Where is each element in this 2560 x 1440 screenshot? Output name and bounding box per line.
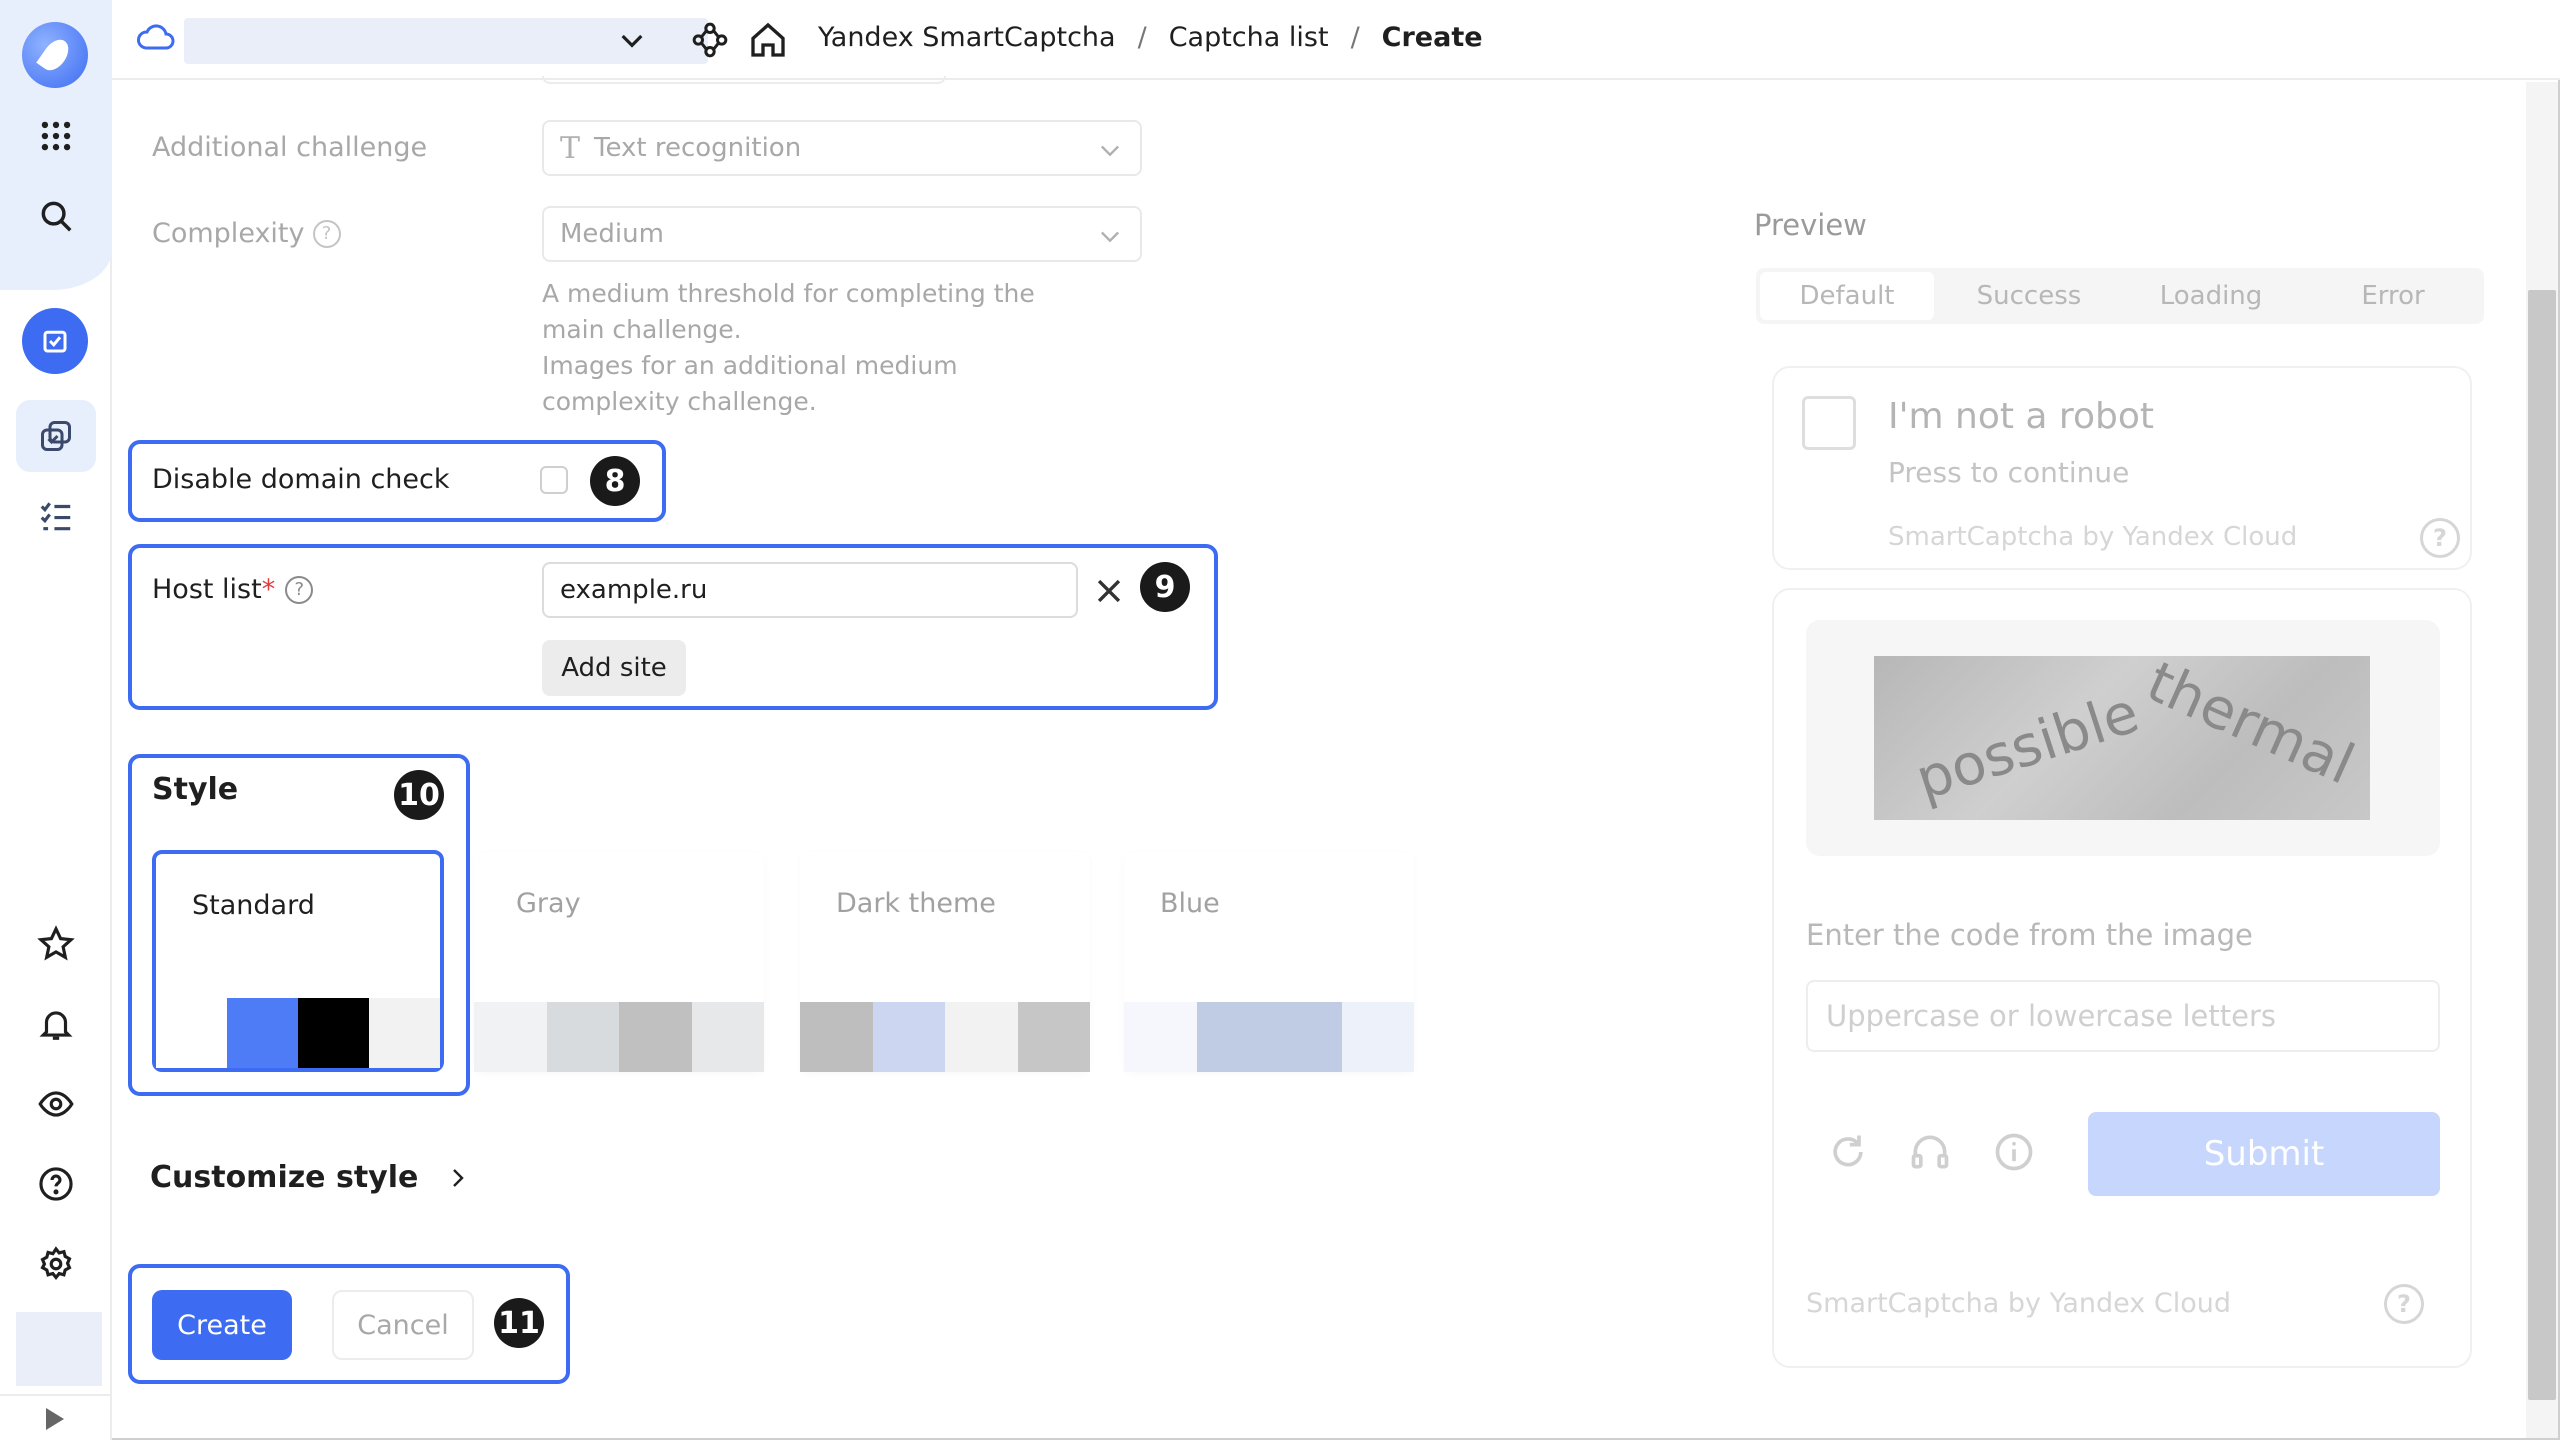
host-input[interactable]: example.ru (542, 562, 1078, 618)
help-icon[interactable]: ? (2384, 1284, 2424, 1324)
breadcrumb-list[interactable]: Captcha list (1169, 22, 1329, 53)
info-icon[interactable] (1992, 1130, 2036, 1174)
breadcrumb: Yandex SmartCaptcha / Captcha list / Cre… (818, 22, 1483, 53)
complexity-hint: A medium threshold for completing the ma… (542, 276, 1102, 420)
style-option-name: Dark theme (836, 888, 996, 919)
chevron-down-icon (1101, 231, 1119, 243)
submit-button[interactable]: Submit (2088, 1112, 2440, 1196)
captcha-word-2: thermal (2137, 656, 2363, 798)
captcha-image: possible thermal (1874, 649, 2370, 820)
bell-icon[interactable] (24, 992, 88, 1056)
breadcrumb-separator: / (1137, 22, 1147, 53)
help-icon[interactable]: ? (312, 219, 341, 248)
callout-badge-10: 10 (394, 770, 444, 820)
chevron-right-icon (453, 1168, 465, 1187)
star-icon[interactable] (24, 912, 88, 976)
eye-icon[interactable] (24, 1072, 88, 1136)
nodes-icon[interactable] (690, 20, 730, 60)
host-input-value: example.ru (560, 575, 708, 605)
breadcrumb-separator: / (1350, 22, 1360, 53)
complexity-select[interactable]: Medium (542, 206, 1142, 262)
help-icon[interactable]: ? (2420, 518, 2460, 558)
help-icon[interactable] (24, 1152, 88, 1216)
captcha-word-1: possible (1908, 680, 2146, 813)
additional-challenge-value: Text recognition (594, 133, 802, 163)
host-list-label: Host list (152, 574, 262, 605)
tab-error[interactable]: Error (2306, 272, 2480, 320)
chevron-down-icon (1101, 145, 1119, 157)
captcha-code-placeholder: Uppercase or lowercase letters (1826, 999, 2276, 1033)
callout-badge-11: 11 (494, 1298, 544, 1348)
add-site-button[interactable]: Add site (542, 640, 686, 696)
style-option-standard[interactable]: Standard (152, 850, 444, 1072)
sidebar-slot (16, 1312, 102, 1386)
color-swatches (1124, 1002, 1414, 1072)
robot-title: I'm not a robot (1888, 396, 2154, 437)
cancel-button[interactable]: Cancel (332, 1290, 474, 1360)
host-list-label-row: Host list * ? (152, 574, 314, 605)
complexity-label: Complexity (152, 218, 305, 249)
style-option-gray[interactable]: Gray (474, 852, 764, 1072)
disable-domain-check-label: Disable domain check (152, 464, 450, 495)
callout-badge-9: 9 (1140, 562, 1190, 612)
complexity-value: Medium (560, 219, 664, 249)
color-swatches (800, 1002, 1090, 1072)
additional-challenge-select[interactable]: T Text recognition (542, 120, 1142, 176)
required-mark: * (261, 574, 276, 605)
top-bar: Yandex SmartCaptcha / Captcha list / Cre… (112, 0, 2560, 80)
style-option-name: Gray (516, 888, 581, 919)
preview-tabs: Default Success Loading Error (1756, 268, 2484, 324)
cut-off-control (542, 76, 946, 84)
breadcrumb-service[interactable]: Yandex SmartCaptcha (818, 22, 1116, 53)
color-swatches (474, 1002, 764, 1072)
style-option-blue[interactable]: Blue (1124, 852, 1414, 1072)
complexity-hint-2: Images for an additional medium complexi… (542, 351, 958, 416)
callout-badge-8: 8 (590, 456, 640, 506)
robot-checkbox[interactable] (1802, 396, 1856, 450)
gear-icon[interactable] (24, 1232, 88, 1296)
widget-footer: SmartCaptcha by Yandex Cloud (1888, 522, 2298, 552)
cloud-icon[interactable] (136, 22, 176, 54)
complexity-hint-1: A medium threshold for completing the ma… (542, 279, 1035, 344)
disable-domain-check-checkbox[interactable] (540, 466, 568, 494)
tab-loading[interactable]: Loading (2124, 272, 2298, 320)
text-recognition-icon: T (560, 130, 581, 166)
customize-style-toggle[interactable]: Customize style (150, 1160, 470, 1195)
apps-grid-icon[interactable] (24, 104, 88, 168)
expand-icon[interactable] (46, 1408, 64, 1430)
tab-success[interactable]: Success (1942, 272, 2116, 320)
additional-challenge-label: Additional challenge (152, 132, 428, 163)
help-icon[interactable]: ? (285, 575, 314, 604)
style-option-name: Standard (192, 890, 315, 921)
breadcrumb-current: Create (1381, 22, 1483, 53)
complexity-label-row: Complexity ? (152, 218, 341, 249)
customize-style-label: Customize style (150, 1160, 419, 1195)
style-heading: Style (152, 772, 239, 807)
logo-icon[interactable] (22, 22, 88, 88)
close-icon[interactable] (1092, 574, 1126, 608)
refresh-icon[interactable] (1826, 1130, 1870, 1174)
enter-code-label: Enter the code from the image (1806, 918, 2253, 952)
chevron-down-icon[interactable] (616, 24, 648, 56)
scrollbar-thumb[interactable] (2528, 290, 2556, 1400)
smartcaptcha-icon[interactable] (22, 308, 88, 374)
robot-subtitle: Press to continue (1888, 456, 2130, 489)
home-icon[interactable] (748, 20, 788, 60)
style-option-name: Blue (1160, 888, 1220, 919)
preview-title: Preview (1754, 208, 1867, 242)
left-sidebar (0, 0, 112, 1440)
divider (0, 1394, 112, 1396)
challenge-footer: SmartCaptcha by Yandex Cloud (1806, 1288, 2231, 1319)
style-option-dark-theme[interactable]: Dark theme (800, 852, 1090, 1072)
headphones-icon[interactable] (1908, 1130, 1952, 1174)
captcha-code-input[interactable]: Uppercase or lowercase letters (1806, 980, 2440, 1052)
captcha-list-icon[interactable] (16, 400, 96, 472)
color-swatches (156, 998, 440, 1068)
checklist-icon[interactable] (24, 484, 88, 548)
search-icon[interactable] (24, 184, 88, 248)
create-button[interactable]: Create (152, 1290, 292, 1360)
tab-default[interactable]: Default (1760, 272, 1934, 320)
